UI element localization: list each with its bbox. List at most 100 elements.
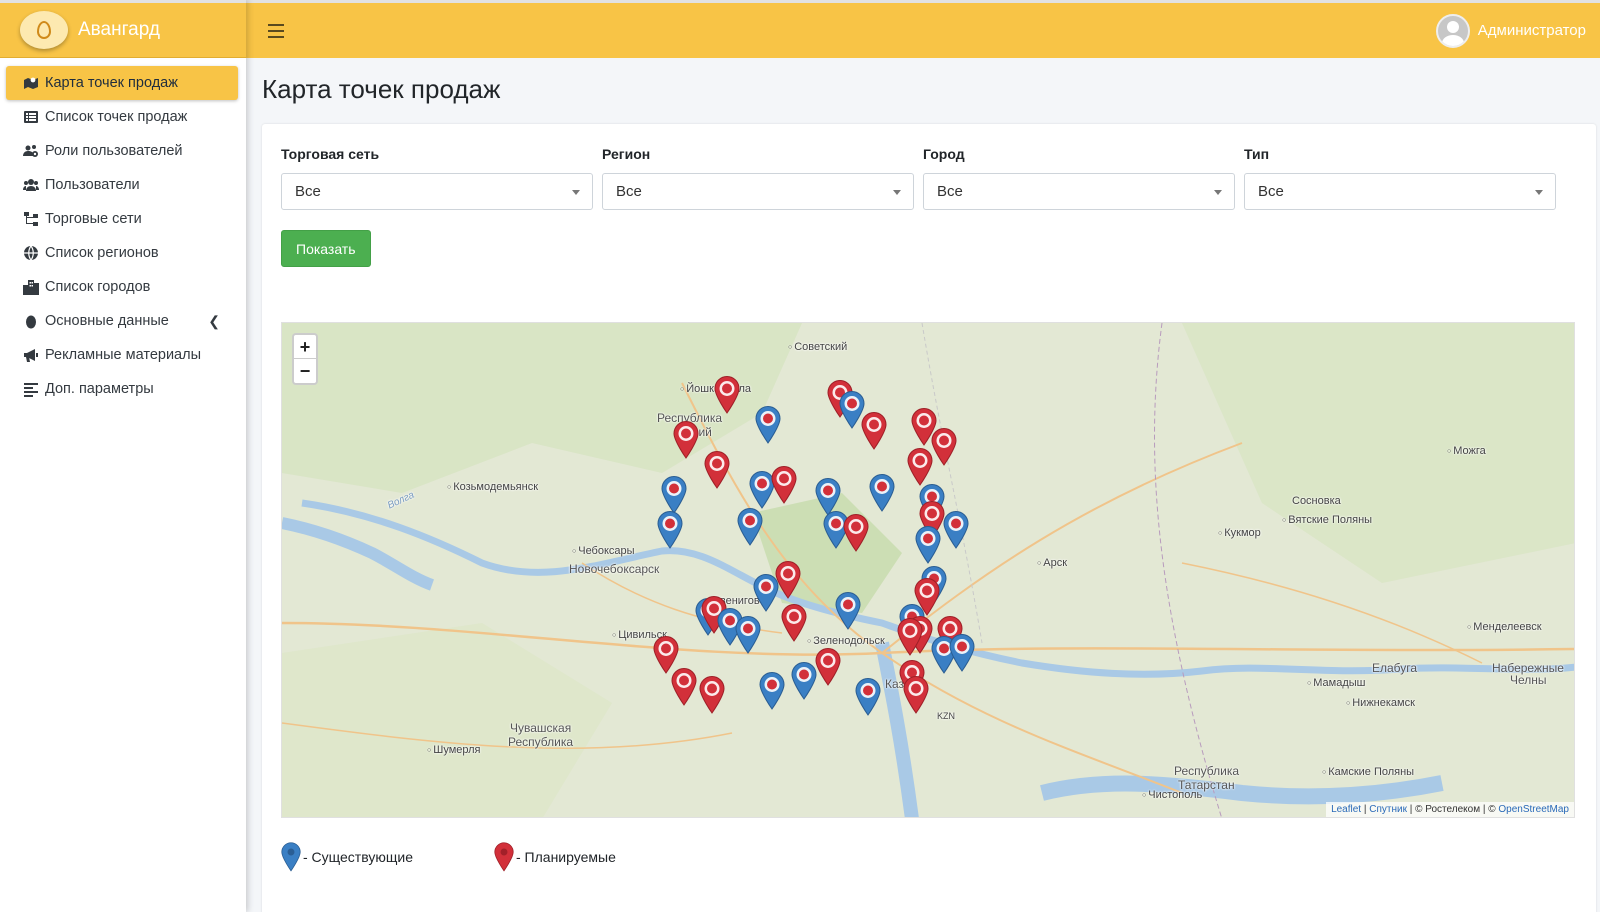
legend-existing: - Существующие [281, 842, 413, 872]
sidebar-item-cities[interactable]: Список городов [0, 270, 246, 304]
legend-existing-label: - Существующие [303, 849, 413, 865]
sidebar-item-label: Основные данные [45, 313, 169, 329]
sidebar-item-label: Список регионов [45, 245, 159, 261]
zoom-in-button[interactable]: + [294, 335, 316, 359]
map-place-label: Сосновка [1292, 495, 1341, 507]
sidebar-item-sales-map[interactable]: Карта точек продаж [6, 66, 238, 100]
map-marker-planned[interactable] [714, 376, 740, 414]
map-place-label: Вятские Поляны [1282, 514, 1372, 526]
map-marker-existing[interactable] [657, 511, 683, 549]
sidebar-item-users[interactable]: Пользователи [0, 168, 246, 202]
map-place-label: Чистополь [1142, 789, 1202, 801]
sidebar-item-label: Роли пользователей [45, 143, 183, 159]
type-select[interactable]: Все [1244, 173, 1556, 210]
map-marker-existing[interactable] [737, 508, 763, 546]
filter-retail-chain: Торговая сеть Все [281, 146, 593, 210]
users-cog-icon [22, 143, 40, 159]
map-marker-existing[interactable] [855, 678, 881, 716]
map-place-label: Чувашская [510, 721, 572, 735]
map-marker-existing[interactable] [759, 672, 785, 710]
map-marker-planned-icon [494, 842, 514, 872]
map-marker-planned[interactable] [699, 676, 725, 714]
map-place-label: Нижнекамск [1346, 697, 1415, 709]
map-marker-planned[interactable] [781, 604, 807, 642]
bullhorn-icon [22, 347, 40, 363]
map-card: Торговая сеть Все Регион Все Город Все Т… [262, 124, 1596, 912]
leaflet-link[interactable]: Leaflet [1331, 804, 1361, 815]
map-place-label: Челны [1510, 673, 1547, 687]
map-marker-planned[interactable] [897, 618, 923, 656]
city-select[interactable]: Все [923, 173, 1235, 210]
sidebar-item-sales-list[interactable]: Список точек продаж [0, 100, 246, 134]
list-icon [22, 109, 40, 125]
hamburger-icon[interactable] [268, 23, 284, 38]
user-name: Администратор [1477, 22, 1586, 39]
map-marker-existing[interactable] [869, 474, 895, 512]
sidebar-nav: Карта точек продаж Список точек продаж Р… [0, 58, 246, 406]
rostelecom-attribution: © Ростелеком [1415, 804, 1481, 815]
map-place-label: Козьмодемьянск [447, 481, 538, 493]
sidebar-item-user-roles[interactable]: Роли пользователей [0, 134, 246, 168]
map-marker-existing[interactable] [915, 526, 941, 564]
filter-city: Город Все [923, 146, 1235, 210]
sidebar-item-ad-materials[interactable]: Рекламные материалы [0, 338, 246, 372]
select-value: Все [616, 183, 642, 200]
sputnik-link[interactable]: Спутник [1369, 804, 1407, 815]
top-navbar: Администратор [246, 0, 1600, 58]
osm-link[interactable]: OpenStreetMap [1498, 804, 1569, 815]
select-value: Все [1258, 183, 1284, 200]
sidebar-item-extra-params[interactable]: Доп. параметры [0, 372, 246, 406]
map-marker-existing[interactable] [735, 616, 761, 654]
map-place-label: Новочебоксарск [569, 562, 660, 576]
sidebar-item-label: Карта точек продаж [45, 75, 178, 91]
map-marker-planned[interactable] [907, 448, 933, 486]
map-place-label: Зеленодольск [807, 635, 885, 647]
map-place-label: Советский [788, 341, 847, 353]
map-marker-existing[interactable] [753, 574, 779, 612]
map-marker-planned[interactable] [903, 676, 929, 714]
map-marker-planned[interactable] [771, 466, 797, 504]
avatar [1435, 13, 1470, 48]
brand[interactable]: Авангард [0, 0, 246, 58]
filter-type: Тип Все [1244, 146, 1556, 210]
map-marker-planned[interactable] [671, 668, 697, 706]
city-icon [22, 279, 40, 295]
show-button[interactable]: Показать [281, 230, 371, 267]
map-marker-existing[interactable] [835, 592, 861, 630]
caret-down-icon [893, 190, 901, 195]
sales-points-map[interactable]: + − Советский Йошкар-Ола Республика Мари… [281, 322, 1575, 818]
chevron-left-icon[interactable]: ❮ [208, 313, 220, 330]
egg-icon [22, 313, 40, 329]
map-marker-planned[interactable] [843, 514, 869, 552]
map-marker-planned[interactable] [673, 421, 699, 459]
avangard-logo-icon [20, 11, 68, 49]
sidebar-item-label: Торговые сети [45, 211, 142, 227]
map-marker-existing[interactable] [791, 662, 817, 700]
legend-planned: - Планируемые [494, 842, 616, 872]
sidebar-item-label: Доп. параметры [45, 381, 154, 397]
map-marker-planned[interactable] [704, 451, 730, 489]
sidebar-item-master-data[interactable]: Основные данные ❮ [0, 304, 246, 338]
map-marker-planned[interactable] [931, 428, 957, 466]
map-marker-existing[interactable] [755, 406, 781, 444]
retail-chain-select[interactable]: Все [281, 173, 593, 210]
align-left-icon [22, 381, 40, 397]
caret-down-icon [1214, 190, 1222, 195]
sidebar-item-label: Пользователи [45, 177, 140, 193]
map-marker-planned[interactable] [815, 648, 841, 686]
map-place-label: Можга [1447, 445, 1486, 457]
zoom-out-button[interactable]: − [294, 359, 316, 383]
sidebar: Авангард Карта точек продаж Список точек… [0, 0, 246, 912]
globe-icon [22, 245, 40, 261]
map-marker-planned[interactable] [861, 412, 887, 450]
sidebar-item-retail-chains[interactable]: Торговые сети [0, 202, 246, 236]
region-select[interactable]: Все [602, 173, 914, 210]
map-marker-existing[interactable] [661, 476, 687, 514]
user-menu[interactable]: Администратор [1435, 13, 1586, 48]
map-marker-existing[interactable] [949, 634, 975, 672]
map-attribution: Leaflet | Спутник | © Ростелеком | © Ope… [1326, 802, 1574, 817]
map-marker-existing-icon [281, 842, 301, 872]
filter-label: Тип [1244, 146, 1270, 162]
map-marker-existing[interactable] [943, 511, 969, 549]
sidebar-item-regions[interactable]: Список регионов [0, 236, 246, 270]
